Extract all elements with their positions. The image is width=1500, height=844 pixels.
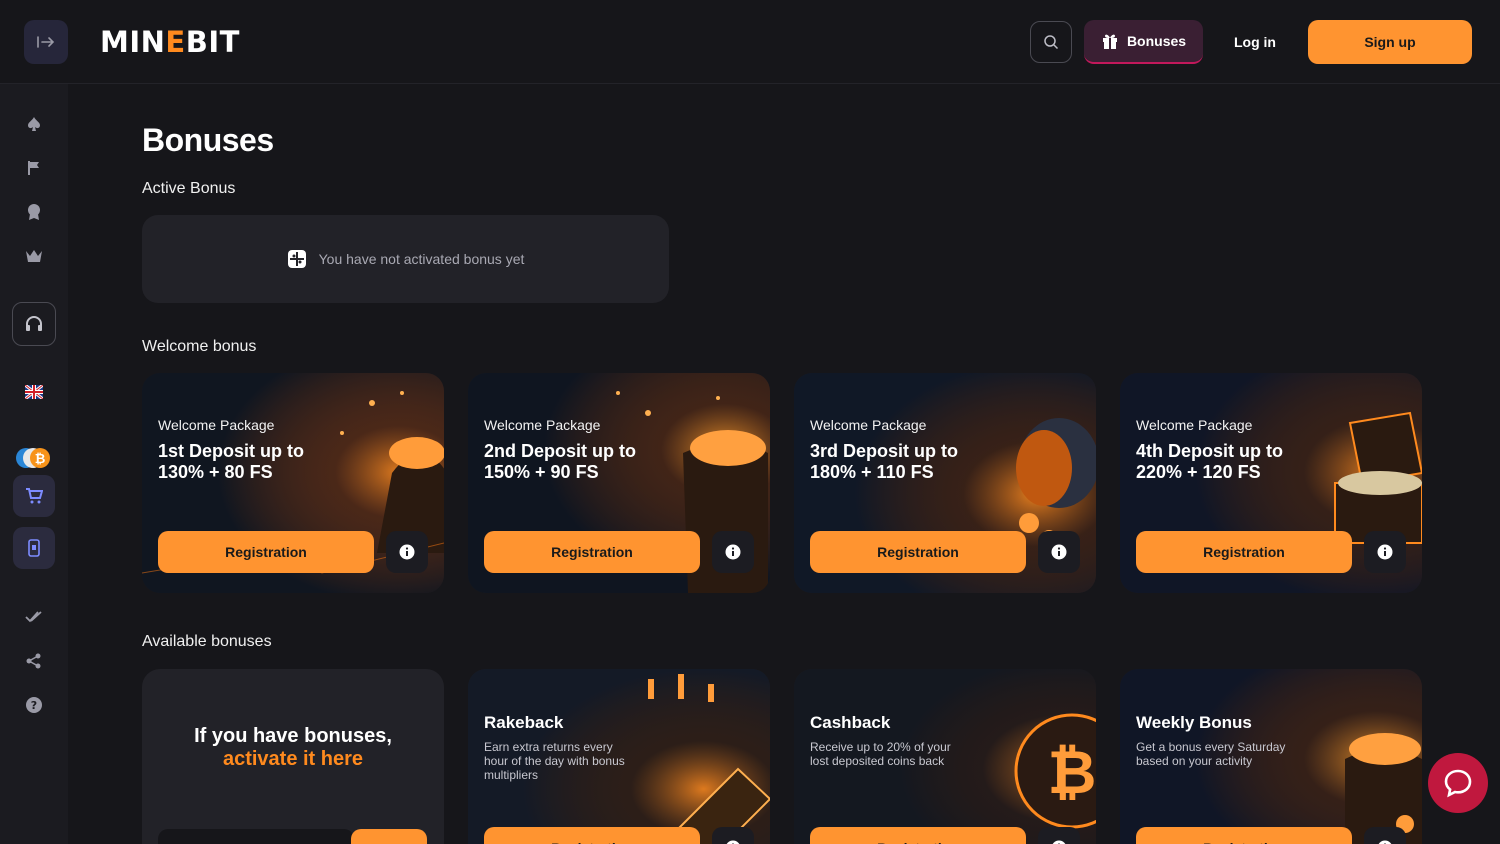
search-button[interactable]: [1030, 21, 1072, 63]
registration-button[interactable]: Registration: [484, 531, 700, 573]
signup-button[interactable]: Sign up: [1308, 20, 1472, 64]
svg-text:₿: ₿: [35, 452, 46, 467]
registration-button[interactable]: Registration: [1136, 531, 1352, 573]
card-package-label: Welcome Package: [810, 417, 927, 433]
card-title: Rakeback: [484, 713, 564, 732]
promo-apply-button[interactable]: [351, 829, 427, 844]
promo-heading: If you have bonuses,: [194, 725, 392, 747]
info-button[interactable]: [712, 531, 754, 573]
card-package-label: Welcome Package: [1136, 417, 1253, 433]
login-button[interactable]: Log in: [1218, 20, 1292, 64]
info-button[interactable]: [1364, 531, 1406, 573]
active-bonus-heading: Active Bonus: [142, 180, 236, 197]
info-icon: [1377, 544, 1393, 560]
card-description: Receive up to 20% of your lost deposited…: [810, 740, 951, 768]
bonuses-button[interactable]: Bonuses: [1084, 20, 1203, 64]
crypto-coins-button[interactable]: ₿: [14, 436, 54, 480]
registration-button[interactable]: Registration: [810, 531, 1026, 573]
info-icon: [1052, 840, 1066, 844]
bitcoin-coins-icon: ₿: [16, 448, 50, 468]
share-icon[interactable]: [22, 649, 46, 673]
svg-text:₿: ₿: [1048, 738, 1096, 808]
available-bonuses-heading: Available bonuses: [142, 633, 272, 650]
registration-button[interactable]: Registration: [158, 531, 374, 573]
card-title: Cashback: [810, 713, 891, 732]
card-title: Weekly Bonus: [1136, 713, 1252, 732]
flag-icon[interactable]: [22, 156, 46, 180]
cart-icon: [26, 488, 43, 504]
rakeback-card: Rakeback Earn extra returns every hour o…: [468, 669, 770, 844]
promo-code-card: If you have bonuses, activate it here: [142, 669, 444, 844]
card-description: Earn extra returns every hour of the day…: [484, 740, 625, 782]
active-empty-text: You have not activated bonus yet: [318, 251, 525, 267]
mobile-app-button[interactable]: [13, 527, 55, 569]
registration-button[interactable]: Registration: [484, 827, 700, 844]
welcome-card-3: Welcome Package 3rd Deposit up to 180% +…: [794, 373, 1096, 593]
info-icon: [1378, 840, 1392, 844]
card-title: 1st Deposit up to 130% + 80 FS: [158, 441, 305, 482]
info-button[interactable]: [1038, 827, 1080, 844]
live-chat-button[interactable]: [1428, 753, 1488, 813]
bonuses-page: Bonuses Active Bonus You have not activa…: [142, 84, 1432, 844]
info-button[interactable]: [1038, 531, 1080, 573]
weekly-bonus-card: Weekly Bonus Get a bonus every Saturday …: [1120, 669, 1422, 844]
card-package-label: Welcome Package: [484, 417, 601, 433]
minebit-logo[interactable]: MINEBIT: [100, 25, 240, 59]
search-icon: [1044, 35, 1059, 50]
info-button[interactable]: [386, 531, 428, 573]
info-icon: [1051, 544, 1067, 560]
bonuses-label: Bonuses: [1126, 33, 1187, 49]
card-title: 2nd Deposit up to 150% + 90 FS: [484, 441, 636, 482]
card-package-label: Welcome Package: [158, 417, 275, 433]
award-icon[interactable]: [22, 200, 46, 224]
welcome-bonus-heading: Welcome bonus: [142, 338, 257, 355]
uk-flag-icon[interactable]: [22, 380, 46, 404]
chat-bubble-icon: [1444, 769, 1472, 798]
support-button[interactable]: [12, 302, 56, 346]
info-icon: [726, 840, 740, 844]
gift-icon: [1102, 34, 1117, 49]
help-icon[interactable]: ?: [22, 693, 46, 717]
bonus-badge-icon: [287, 250, 306, 268]
info-button[interactable]: [1364, 827, 1406, 844]
svg-text:?: ?: [31, 699, 37, 712]
info-button[interactable]: [712, 827, 754, 844]
check-double-icon[interactable]: [22, 605, 46, 629]
phone-icon: [28, 539, 40, 557]
headphones-icon: [26, 316, 42, 331]
welcome-card-1: Welcome Package 1st Deposit up to 130% +…: [142, 373, 444, 593]
card-description: Get a bonus every Saturday based on your…: [1136, 740, 1286, 768]
promo-code-input[interactable]: [158, 829, 354, 844]
welcome-card-2: Welcome Package 2nd Deposit up to 150% +…: [468, 373, 770, 593]
active-bonus-panel: You have not activated bonus yet: [142, 215, 669, 303]
top-header: MINEBIT Bonuses Log in Sign up: [0, 0, 1500, 84]
welcome-card-4: Welcome Package 4th Deposit up to 220% +…: [1120, 373, 1422, 593]
promo-subheading: activate it here: [222, 748, 364, 770]
cashback-card: ₿ Cashback Receive up to 20% of your los…: [794, 669, 1096, 844]
info-icon: [399, 544, 415, 560]
sidebar: ₿ ?: [0, 84, 68, 844]
crown-icon[interactable]: [22, 244, 46, 268]
expand-arrow-icon: [37, 36, 55, 48]
registration-button[interactable]: Registration: [810, 827, 1026, 844]
card-title: 3rd Deposit up to 180% + 110 FS: [810, 441, 958, 482]
card-title: 4th Deposit up to 220% + 120 FS: [1136, 441, 1283, 482]
sidebar-toggle-button[interactable]: [24, 20, 68, 64]
info-icon: [725, 544, 741, 560]
page-title: Bonuses: [142, 122, 274, 158]
spade-icon[interactable]: [22, 112, 46, 136]
registration-button[interactable]: Registration: [1136, 827, 1352, 844]
cart-button[interactable]: [13, 475, 55, 517]
